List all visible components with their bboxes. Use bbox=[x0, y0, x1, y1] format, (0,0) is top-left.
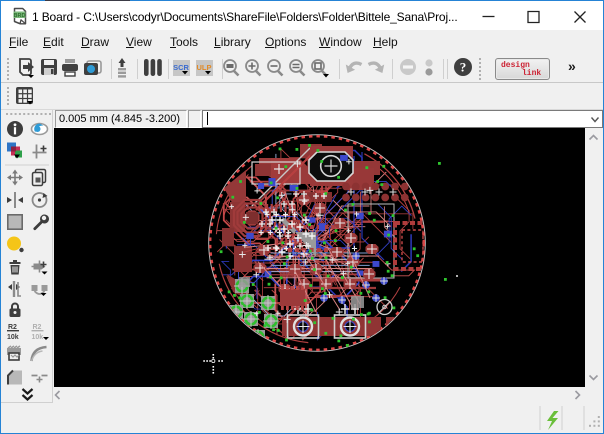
svg-text:R2: R2 bbox=[33, 324, 42, 331]
svg-text:R2: R2 bbox=[8, 324, 17, 331]
svg-text:SCR: SCR bbox=[173, 63, 189, 72]
svg-text:?: ? bbox=[460, 60, 467, 75]
svg-text:BRD: BRD bbox=[14, 13, 26, 19]
svg-text:10k: 10k bbox=[32, 334, 44, 341]
svg-text:ULP: ULP bbox=[197, 63, 212, 72]
svg-text:10k: 10k bbox=[7, 334, 19, 341]
